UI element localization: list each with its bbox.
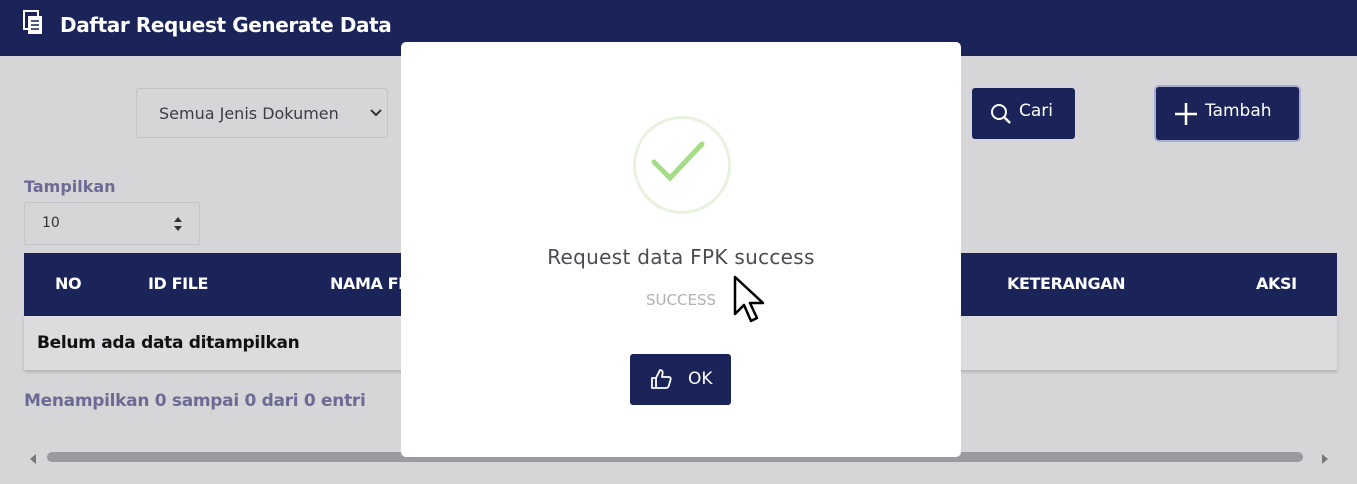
dialog-title: Request data FPK success xyxy=(547,245,815,269)
ok-button[interactable]: OK xyxy=(630,354,731,405)
thumbs-up-icon xyxy=(650,368,672,395)
ok-button-label: OK xyxy=(688,369,713,389)
success-dialog: Request data FPK success SUCCESS OK xyxy=(401,42,961,457)
dialog-text: SUCCESS xyxy=(646,291,716,309)
mouse-pointer-icon xyxy=(732,274,768,330)
success-check-icon xyxy=(648,134,710,194)
